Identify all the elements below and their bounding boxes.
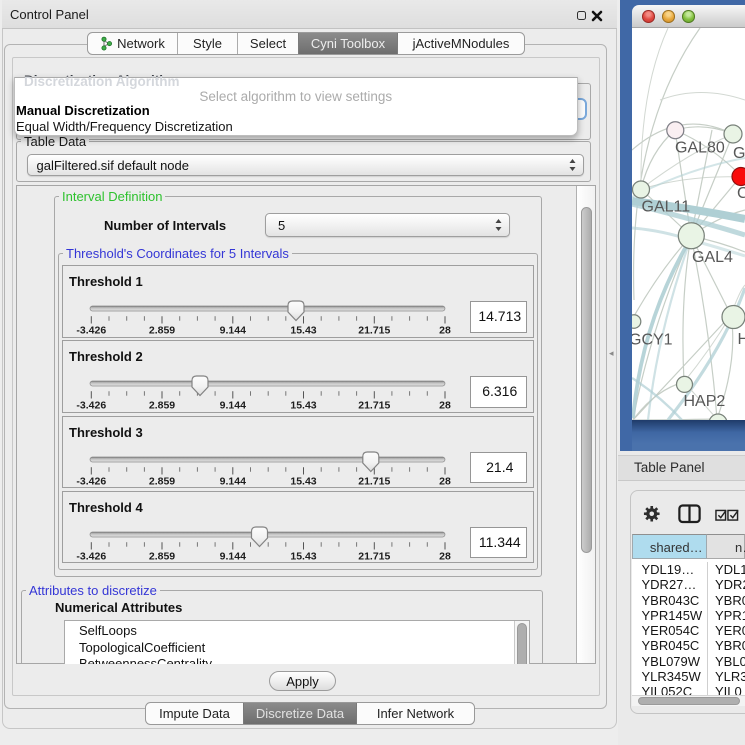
svg-text:28: 28 [439,400,451,412]
svg-text:28: 28 [439,550,451,562]
svg-text:-3.426: -3.426 [76,475,106,487]
svg-text:-3.426: -3.426 [76,324,106,336]
svg-text:-3.426: -3.426 [76,400,106,412]
svg-text:28: 28 [439,475,451,487]
svg-text:15.43: 15.43 [290,324,316,336]
svg-text:2.859: 2.859 [149,475,175,487]
svg-text:GAL4: GAL4 [692,249,733,266]
svg-text:C: C [737,185,745,202]
svg-text:21.715: 21.715 [358,324,390,336]
svg-text:2.859: 2.859 [149,550,175,562]
svg-text:21.715: 21.715 [358,475,390,487]
svg-text:9.144: 9.144 [220,475,246,487]
svg-text:21.715: 21.715 [358,550,390,562]
svg-text:2.859: 2.859 [149,324,175,336]
svg-text:9.144: 9.144 [220,550,246,562]
svg-text:-3.426: -3.426 [76,550,106,562]
svg-text:GAL80: GAL80 [675,140,725,157]
svg-text:28: 28 [439,324,451,336]
svg-text:H: H [738,331,745,348]
svg-text:15.43: 15.43 [290,550,316,562]
svg-text:2.859: 2.859 [149,400,175,412]
svg-text:GA: GA [733,145,745,162]
svg-text:21.715: 21.715 [358,400,390,412]
svg-text:GAL11: GAL11 [642,199,691,216]
svg-text:HAP2: HAP2 [684,393,726,410]
svg-text:GCY1: GCY1 [632,332,673,349]
svg-text:9.144: 9.144 [220,324,246,336]
svg-text:15.43: 15.43 [290,475,316,487]
svg-text:15.43: 15.43 [290,400,316,412]
svg-text:9.144: 9.144 [220,400,246,412]
